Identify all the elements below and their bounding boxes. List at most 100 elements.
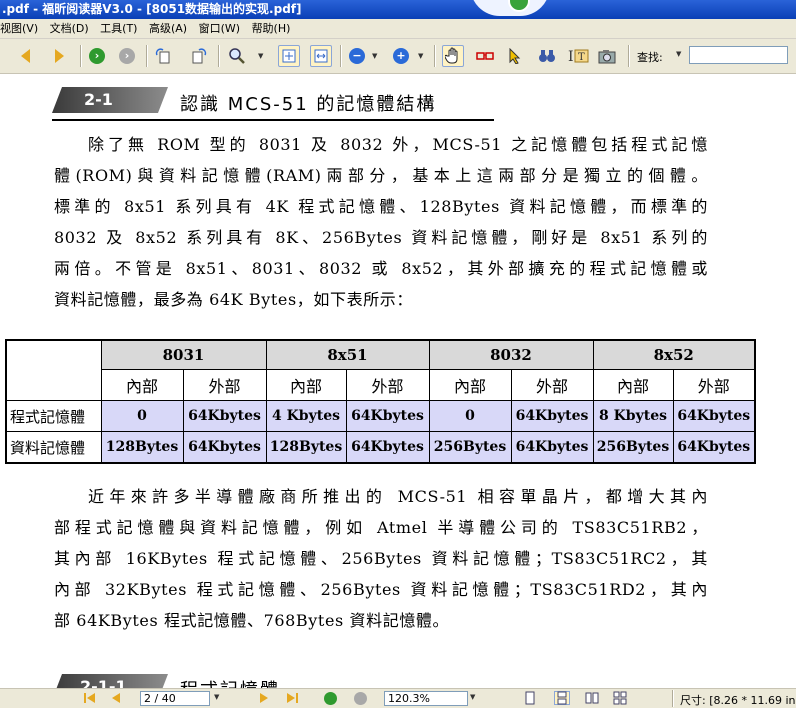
hand-icon [445,47,458,64]
page-number-field[interactable]: 2 / 40 [140,691,210,706]
menu-window[interactable]: 窗口(W) [195,19,244,38]
table-cell: 64Kbytes [672,400,756,432]
table-subheader-cell: 內部 [265,369,347,401]
zoom-level-field[interactable]: 120.3% [384,691,468,706]
text-line: 近年來許多半導體廠商所推出的 MCS-51 相容單晶片，都增大其內 [88,487,708,506]
first-page-button[interactable] [82,691,98,705]
svg-text:T: T [578,52,585,63]
continuous-view-button[interactable] [554,691,570,705]
fit-page-button[interactable] [278,45,300,67]
fit-width-button[interactable] [310,45,332,67]
text-line: 其內部 16KBytes 程式記憶體、256Bytes 資料記憶體；TS83C5… [54,549,708,568]
prev-page-button[interactable] [14,45,36,67]
table-cell: 128Bytes [100,431,184,464]
status-bar: 2 / 40 ▼ 120.3% ▼ 尺寸: [8.26 * 11.69 in] [0,688,796,708]
plus-icon: + [393,48,409,64]
document-page: 2-1 認識 MCS-51 的記憶體結構 除了無 ROM 型的 8031 及 8… [0,74,796,688]
zoom-in-button[interactable]: + [390,45,412,67]
find-label: 查找: [637,51,663,64]
text-line: 體(ROM)與資料記憶體(RAM)兩部分，基本上這兩部分是獨立的個體。 [54,166,708,185]
subsection-number-badge: 2-1-1 [52,674,168,688]
text-line: 標準的 8x51 系列具有 4K 程式記憶體、128Bytes 資料記憶體，而標… [54,197,708,216]
facing-view-button[interactable] [584,691,600,705]
text-line: 8032 及 8x52 系列具有 8K、256Bytes 資料記憶體，剛好是 8… [54,228,708,247]
zoom-out-button[interactable]: − [346,45,368,67]
text-tool-icon: IT [568,49,589,64]
menu-advanced[interactable]: 高级(A) [145,19,191,38]
snapshot-button[interactable] [596,45,618,67]
find-button[interactable] [536,45,558,67]
rotate-right-icon [192,48,207,64]
table-cell: 64Kbytes [510,400,594,432]
last-page-icon [287,693,298,703]
single-page-icon [525,691,535,705]
single-page-view-button[interactable] [522,691,538,705]
binoculars-icon [539,50,555,62]
status-forward-button[interactable] [322,691,338,705]
text-line: 兩倍。不管是 8x51、8031、8032 或 8x52，其外部擴充的程式記憶體… [54,259,708,278]
section-number: 2-1 [84,90,113,109]
rotate-left-button[interactable] [152,45,174,67]
camera-icon [598,50,616,64]
section-underline [52,119,494,121]
table-cell: 64Kbytes [182,431,267,464]
go-forward-button[interactable]: › [86,45,108,67]
toolbar-separator [146,45,148,67]
continuous-facing-view-button[interactable] [612,691,628,705]
arrow-right-icon [260,693,268,703]
table-cell: 256Bytes [592,431,674,464]
chevron-down-icon[interactable]: ▼ [372,52,377,60]
cursor-icon [509,48,521,64]
toolbar-separator [628,45,630,67]
memory-table: 8031 8x51 8032 8x52 內部 外部 內部 外部 內部 外部 內部… [5,339,756,464]
text-line: 部程式記憶體與資料記憶體，例如 Atmel 半導體公司的 TS83C51RB2， [54,518,708,537]
table-cell: 64Kbytes [345,431,430,464]
status-back-button[interactable] [352,691,368,705]
menu-help[interactable]: 帮助(H) [248,19,295,38]
table-header-cell: 8x52 [592,339,756,370]
page-size-readout: 尺寸: [8.26 * 11.69 in] [680,694,796,707]
zoom-dropdown-chevron-icon[interactable]: ▼ [470,693,475,701]
last-page-button[interactable] [284,691,300,705]
hand-tool-button[interactable] [442,45,464,67]
toolbar-separator [218,45,220,67]
menu-document[interactable]: 文档(D) [46,19,93,38]
menu-view[interactable]: 视图(V) [0,19,42,38]
next-page-button[interactable] [48,45,70,67]
fit-width-icon [314,49,328,63]
table-row: 程式記憶體 0 64Kbytes 4 Kbytes 64Kbytes 0 64K… [5,400,756,432]
table-subheader-cell: 外部 [182,369,267,401]
page-dropdown-chevron-icon[interactable]: ▼ [214,693,219,701]
page-number: 2 / 40 [144,692,176,705]
magnifier-icon [229,48,245,64]
menu-tools[interactable]: 工具(T) [96,19,141,38]
facing-page-icon [585,692,599,704]
prev-page-status-button[interactable] [108,691,124,705]
next-page-status-button[interactable] [256,691,272,705]
select-text-button[interactable] [474,45,496,67]
pointer-tool-button[interactable] [504,45,526,67]
go-back-button[interactable]: › [116,45,138,67]
table-subheader-cell: 內部 [592,369,674,401]
continuous-page-icon [557,691,567,705]
table-row: 資料記憶體 128Bytes 64Kbytes 128Bytes 64Kbyte… [5,431,756,464]
table-cell: 64Kbytes [182,400,267,432]
chevron-down-icon[interactable]: ▼ [418,52,423,60]
find-options-chevron-icon[interactable]: ▼ [676,50,681,58]
table-subheader-cell: 外部 [672,369,756,401]
table-header-cell: 8x51 [265,339,430,370]
toolbar-separator [434,45,436,67]
back-icon [353,691,367,705]
paragraph-vendors: 近年來許多半導體廠商所推出的 MCS-51 相容單晶片，都增大其內 部程式記憶體… [54,481,708,636]
table-corner-cell [5,339,102,401]
table-row-label: 資料記憶體 [5,431,102,464]
chevron-down-icon[interactable]: ▼ [258,52,263,60]
toolbar: › › ▼ − ▼ + ▼ IT 查找: ▼ [0,39,796,74]
zoom-tool-button[interactable] [226,45,248,67]
rotate-right-button[interactable] [188,45,210,67]
table-cell: 0 [428,400,512,432]
find-input[interactable] [689,46,788,64]
toolbar-separator [340,45,342,67]
continuous-facing-icon [613,691,627,705]
text-tool-button[interactable]: IT [568,45,590,67]
